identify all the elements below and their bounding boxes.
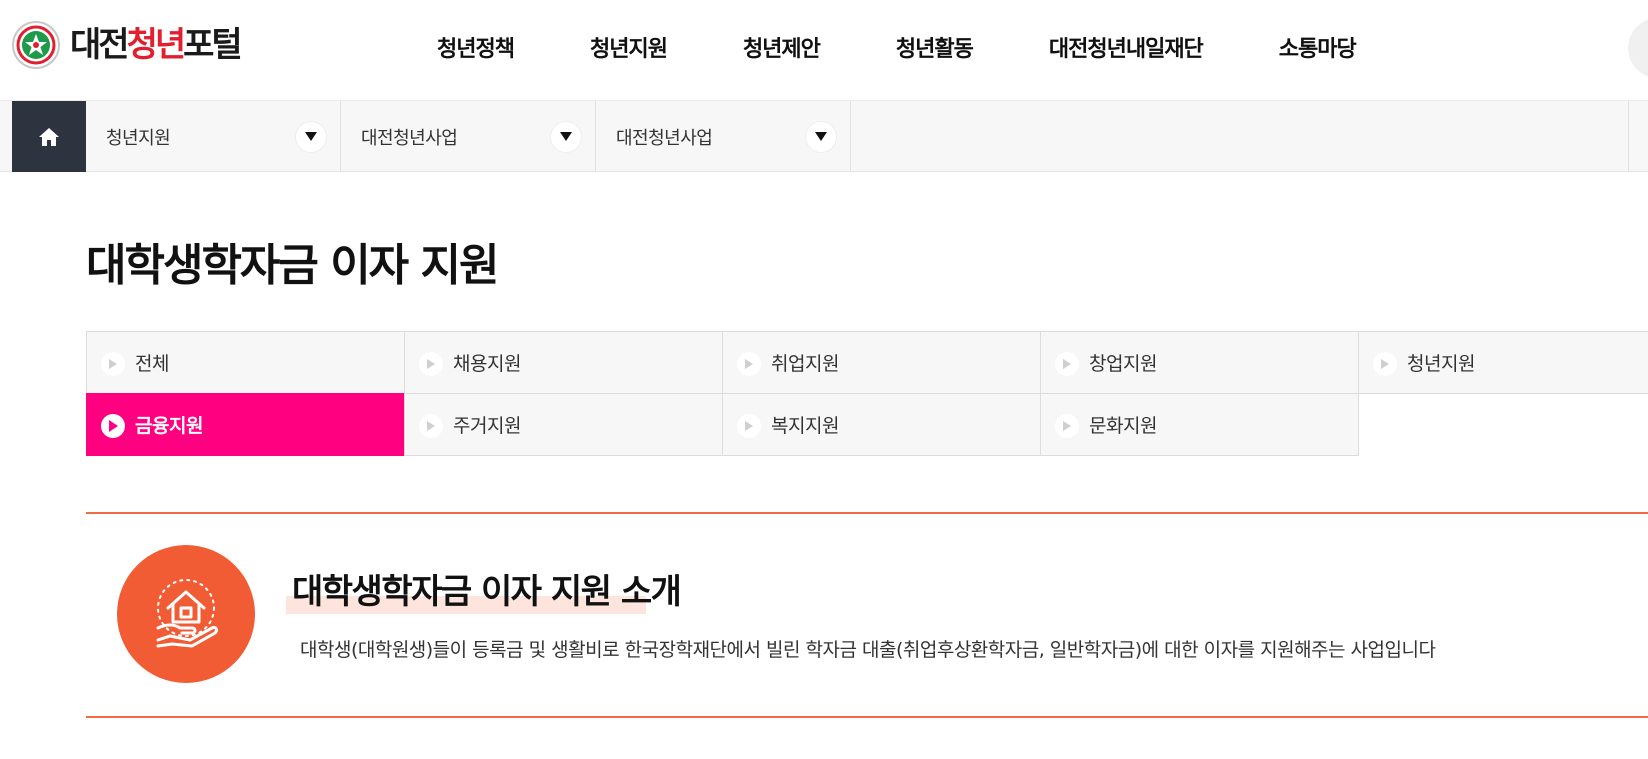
site-header: 대전청년포털 청년정책 청년지원 청년제안 청년활동 대전청년내일재단 소통마당: [0, 0, 1648, 100]
play-icon: [737, 352, 761, 376]
home-icon: [39, 127, 59, 146]
nav-youth-support[interactable]: 청년지원: [590, 32, 668, 68]
nav-youth-policy[interactable]: 청년정책: [437, 32, 515, 68]
nav-youth-proposal[interactable]: 청년제안: [743, 32, 821, 68]
tab-housing-support[interactable]: 주거지원: [404, 393, 723, 456]
tab-startup-support[interactable]: 창업지원: [1040, 331, 1359, 394]
play-icon: [419, 414, 443, 438]
tab-label: 주거지원: [453, 415, 521, 437]
daejeon-emblem-icon: [12, 21, 60, 69]
intro-heading-main: 대학생학자금 이자 지원: [292, 572, 612, 612]
play-icon: [419, 352, 443, 376]
nav-youth-activity[interactable]: 청년활동: [896, 32, 974, 68]
chevron-down-icon: [296, 121, 326, 152]
location-label-2: 대전청년사업: [361, 127, 458, 149]
page-title: 대학생학자금 이자 지원: [86, 240, 499, 291]
search-button[interactable]: [1628, 18, 1648, 78]
program-intro: 대학생학자금 이자 지원 소개 대학생(대학원생)들이 등록금 및 생활비로 한…: [86, 512, 1648, 718]
play-icon: [737, 414, 761, 438]
play-icon: [101, 414, 125, 438]
chevron-down-icon: [806, 121, 836, 152]
location-dropdown-2[interactable]: 대전청년사업: [341, 101, 596, 172]
location-label-3: 대전청년사업: [616, 127, 713, 149]
location-dropdown-3[interactable]: 대전청년사업: [596, 101, 851, 172]
nav-daejeon-foundation[interactable]: 대전청년내일재단: [1049, 32, 1204, 68]
intro-heading-suffix: 소개: [610, 572, 682, 612]
tab-label: 전체: [135, 353, 169, 375]
tab-label: 문화지원: [1089, 415, 1157, 437]
main-nav: 청년정책 청년지원 청년제안 청년활동 대전청년내일재단 소통마당: [437, 32, 1432, 68]
tab-culture-support[interactable]: 문화지원: [1040, 393, 1359, 456]
location-dropdown-1[interactable]: 청년지원: [86, 101, 341, 172]
tab-label: 복지지원: [771, 415, 839, 437]
location-bar: 청년지원 대전청년사업 대전청년사업: [0, 100, 1648, 172]
site-logo[interactable]: 대전청년포털: [12, 20, 243, 70]
tab-employment-support[interactable]: 채용지원: [404, 331, 723, 394]
house-in-hand-icon: [156, 579, 218, 648]
category-tabs: 전체 채용지원 취업지원 창업지원 청년지원 금융지원 주거지원 복지지원 문화…: [86, 331, 1648, 456]
intro-icon-circle: [117, 545, 255, 683]
tab-label: 창업지원: [1089, 353, 1157, 375]
play-icon: [1373, 352, 1397, 376]
location-bar-divider: [1628, 101, 1629, 172]
nav-communication[interactable]: 소통마당: [1279, 32, 1357, 68]
location-label-1: 청년지원: [106, 127, 171, 149]
play-icon: [1055, 414, 1079, 438]
play-icon: [1055, 352, 1079, 376]
chevron-down-icon: [551, 121, 581, 152]
tab-welfare-support[interactable]: 복지지원: [722, 393, 1041, 456]
tab-all[interactable]: 전체: [86, 331, 405, 394]
tab-label: 채용지원: [453, 353, 521, 375]
logo-text: 대전청년포털: [70, 25, 243, 65]
tab-youth-support[interactable]: 청년지원: [1358, 331, 1648, 394]
tab-label: 청년지원: [1407, 353, 1475, 375]
tab-finance-support[interactable]: 금융지원: [86, 393, 405, 456]
intro-heading: 대학생학자금 이자 지원 소개: [286, 568, 682, 616]
play-icon: [101, 352, 125, 376]
tab-job-support[interactable]: 취업지원: [722, 331, 1041, 394]
intro-description: 대학생(대학원생)들이 등록금 및 생활비로 한국장학재단에서 빌린 학자금 대…: [300, 639, 1436, 661]
home-button[interactable]: [12, 101, 86, 172]
tab-label: 금융지원: [135, 415, 203, 437]
tab-label: 취업지원: [771, 353, 839, 375]
